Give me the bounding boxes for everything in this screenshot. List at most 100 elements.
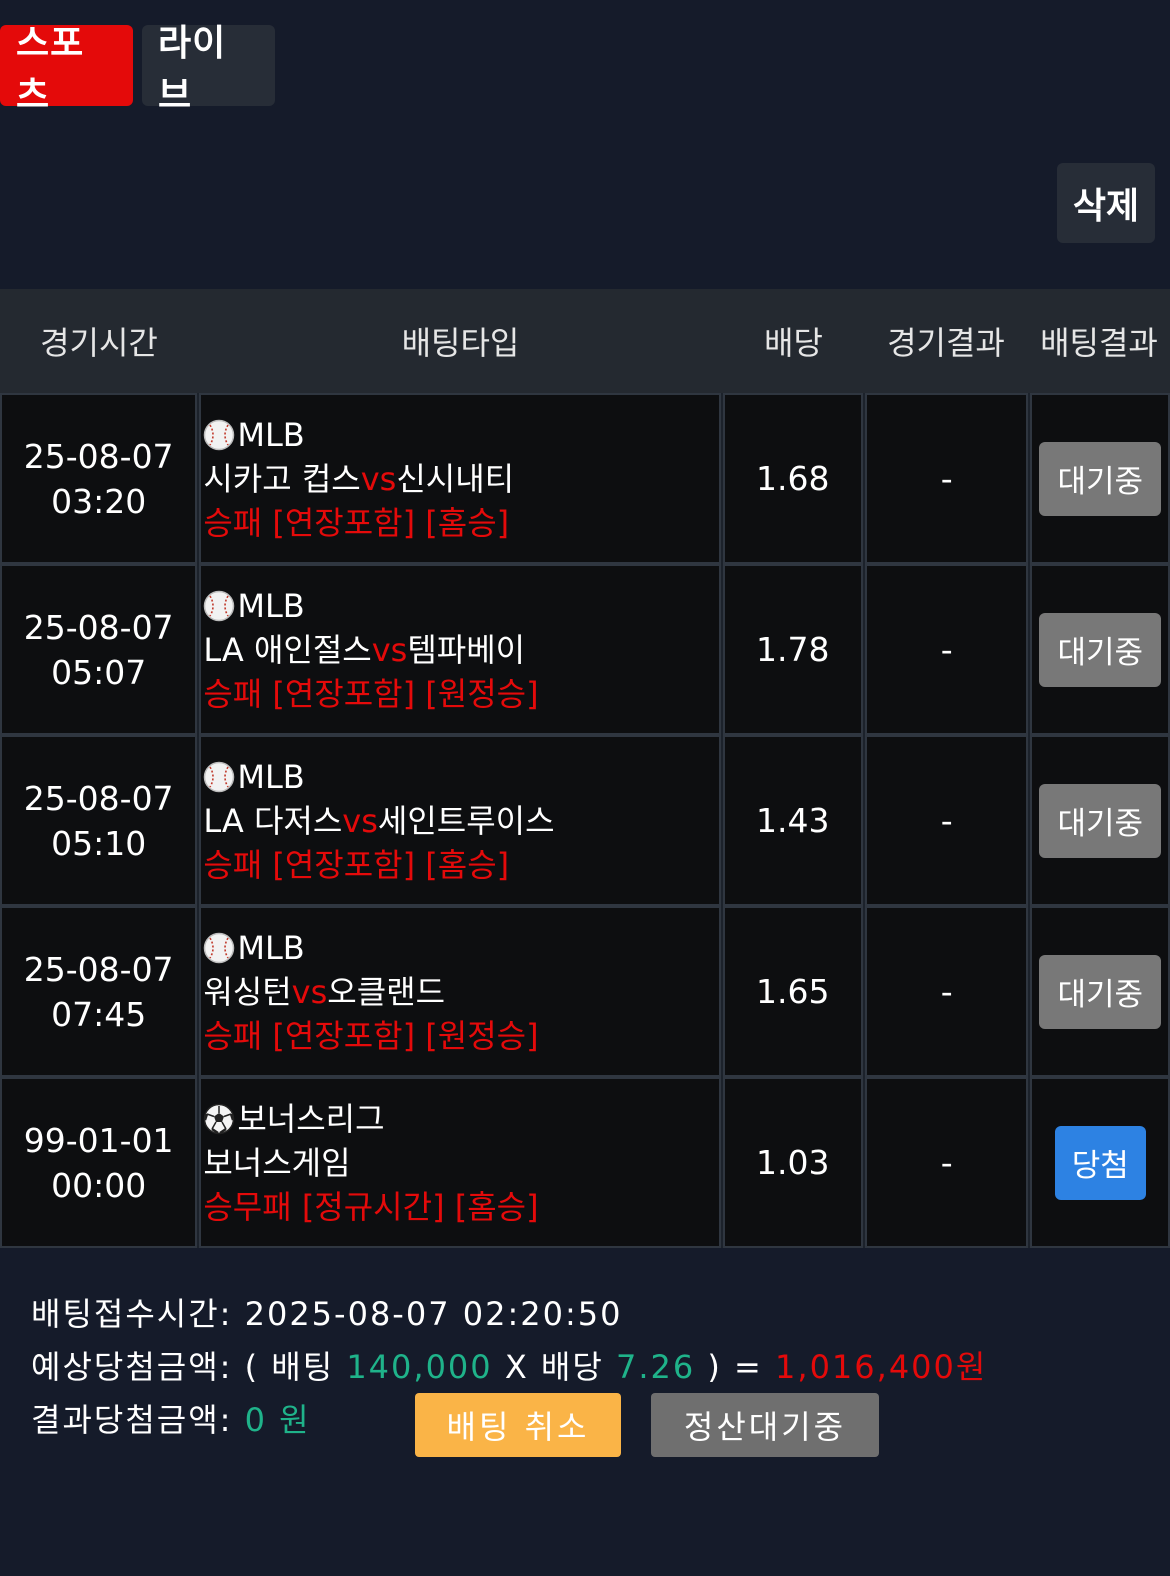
header-bet-result: 배팅결과 (1040, 324, 1158, 362)
bet-selection: 승무패 [정규시간] [홈승] (203, 1187, 539, 1226)
game-clock: 07:45 (51, 994, 147, 1034)
open-paren: ( (244, 1348, 260, 1386)
game-time-cell: 25-08-07 05:10 (0, 735, 198, 906)
expected-label: 예상당첨금액: (31, 1348, 233, 1386)
match-teams: 시카고 컵스vs신시내티 (203, 457, 514, 501)
result-amount: 0 (244, 1401, 267, 1439)
baseball-icon (203, 761, 237, 793)
odds-cell: 1.43 (722, 735, 864, 906)
bet-result-cell: 대기중 (1030, 564, 1170, 735)
bet-result-cell: 대기중 (1030, 393, 1170, 564)
odds-word: 배당 (540, 1348, 604, 1386)
league-name: MLB (237, 757, 305, 796)
bet-status-badge[interactable]: 대기중 (1039, 612, 1162, 687)
header-game-time: 경기시간 (40, 324, 158, 362)
delete-button[interactable]: 삭제 (1057, 163, 1155, 243)
tab-live[interactable]: 라이브 (142, 23, 275, 116)
away-team: 템파베이 (407, 630, 526, 669)
baseball-icon (203, 419, 237, 451)
vs-label: vs (291, 972, 328, 1011)
baseball-icon (203, 590, 237, 622)
odds-cell: 1.78 (722, 564, 864, 735)
odds-cell: 1.68 (722, 393, 864, 564)
league-name: 보너스리그 (237, 1099, 385, 1138)
game-clock: 05:10 (51, 823, 147, 863)
baseball-icon (203, 932, 237, 964)
bet-table: 25-08-07 03:20 MLB 시카고 컵스vs신시내티 승패 [연장포함… (0, 393, 1170, 1248)
league-name: MLB (237, 928, 305, 967)
header-game-result: 경기결과 (887, 324, 1005, 362)
game-result-cell: - (865, 735, 1029, 906)
game-time-cell: 25-08-07 03:20 (0, 393, 198, 564)
home-team: LA 애인절스 (203, 630, 372, 669)
table-row: 25-08-07 05:10 MLB LA 다저스vs세인트루이스 승패 [연장… (0, 735, 1170, 906)
bet-status-badge[interactable]: 대기중 (1039, 783, 1162, 858)
home-team: 워싱턴 (203, 972, 292, 1011)
bet-status-badge[interactable]: 대기중 (1039, 441, 1162, 516)
league-name: MLB (237, 586, 305, 625)
game-result-cell: - (865, 906, 1029, 1077)
game-result-cell: - (865, 564, 1029, 735)
vs-label: vs (342, 801, 378, 840)
table-row: 99-01-01 00:00 보너스리그 보너스게임 승무패 [정규시간] [홈… (0, 1077, 1170, 1248)
bet-time-label: 배팅접수시간: (31, 1295, 233, 1333)
bet-type-cell: 보너스리그 보너스게임 승무패 [정규시간] [홈승] (199, 1077, 721, 1248)
match-teams: LA 애인절스vs템파베이 (203, 628, 538, 672)
bet-result-cell: 대기중 (1030, 906, 1170, 1077)
game-clock: 03:20 (51, 481, 147, 521)
away-team: 세인트루이스 (377, 801, 555, 840)
table-row: 25-08-07 07:45 MLB 워싱턴vs오클랜드 승패 [연장포함] [… (0, 906, 1170, 1077)
bet-type-cell: MLB LA 다저스vs세인트루이스 승패 [연장포함] [홈승] (199, 735, 721, 906)
bet-selection: 승패 [연장포함] [홈승] (203, 503, 510, 542)
bet-selection: 승패 [연장포함] [홈승] (203, 845, 510, 884)
game-date: 25-08-07 (23, 949, 174, 989)
game-clock: 00:00 (51, 1165, 147, 1205)
settlement-pending-button: 정산대기중 (651, 1393, 879, 1457)
match-teams: 보너스게임 (203, 1141, 538, 1185)
sport-tabs: 스포츠 라이브 (0, 23, 275, 116)
match-teams: LA 다저스vs세인트루이스 (203, 799, 554, 843)
home-team: 보너스게임 (203, 1143, 351, 1182)
odds-cell: 1.03 (722, 1077, 864, 1248)
game-date: 99-01-01 (23, 1120, 174, 1160)
vs-label: vs (360, 459, 397, 498)
cancel-bet-button[interactable]: 배팅 취소 (415, 1393, 621, 1457)
game-result-cell: - (865, 393, 1029, 564)
vs-label: vs (371, 630, 408, 669)
soccer-ball-icon (203, 1103, 237, 1135)
header-bet-type: 배팅타입 (401, 324, 520, 362)
total-odds: 7.26 (615, 1348, 696, 1386)
game-date: 25-08-07 (23, 436, 174, 476)
game-time-cell: 25-08-07 05:07 (0, 564, 198, 735)
away-team: 오클랜드 (327, 972, 446, 1011)
bet-amount: 140,000 (346, 1348, 493, 1386)
odds-cell: 1.65 (722, 906, 864, 1077)
bet-type-cell: MLB 워싱턴vs오클랜드 승패 [연장포함] [원정승] (199, 906, 721, 1077)
game-clock: 05:07 (51, 652, 147, 692)
bet-status-badge[interactable]: 대기중 (1039, 954, 1162, 1029)
bet-selection: 승패 [연장포함] [원정승] (203, 674, 539, 713)
bet-selection: 승패 [연장포함] [원정승] (203, 1016, 539, 1055)
home-team: 시카고 컵스 (203, 459, 361, 498)
expected-amount: 1,016,400원 (775, 1348, 988, 1386)
tab-sports[interactable]: 스포츠 (0, 23, 133, 116)
bet-time-line: 배팅접수시간: 2025-08-07 02:20:50 (31, 1288, 987, 1341)
bet-time-value: 2025-08-07 02:20:50 (244, 1295, 623, 1333)
table-row: 25-08-07 03:20 MLB 시카고 컵스vs신시내티 승패 [연장포함… (0, 393, 1170, 564)
times-sign: X (504, 1348, 529, 1386)
game-time-cell: 25-08-07 07:45 (0, 906, 198, 1077)
bet-type-cell: MLB 시카고 컵스vs신시내티 승패 [연장포함] [홈승] (199, 393, 721, 564)
away-team: 신시내티 (396, 459, 515, 498)
bet-word: 배팅 (271, 1348, 335, 1386)
close-equals: ) = (707, 1348, 763, 1386)
game-time-cell: 99-01-01 00:00 (0, 1077, 198, 1248)
expected-win-line: 예상당첨금액: ( 배팅 140,000 X 배당 7.26 ) = 1,016… (31, 1341, 987, 1394)
bet-result-cell: 대기중 (1030, 735, 1170, 906)
table-row: 25-08-07 05:07 MLB LA 애인절스vs템파베이 승패 [연장포… (0, 564, 1170, 735)
result-unit: 원 (279, 1401, 311, 1439)
home-team: LA 다저스 (203, 801, 343, 840)
match-teams: 워싱턴vs오클랜드 (203, 970, 538, 1014)
bet-result-cell: 당첨 (1030, 1077, 1170, 1248)
header-odds: 배당 (764, 324, 823, 362)
bet-status-badge[interactable]: 당첨 (1054, 1125, 1146, 1200)
